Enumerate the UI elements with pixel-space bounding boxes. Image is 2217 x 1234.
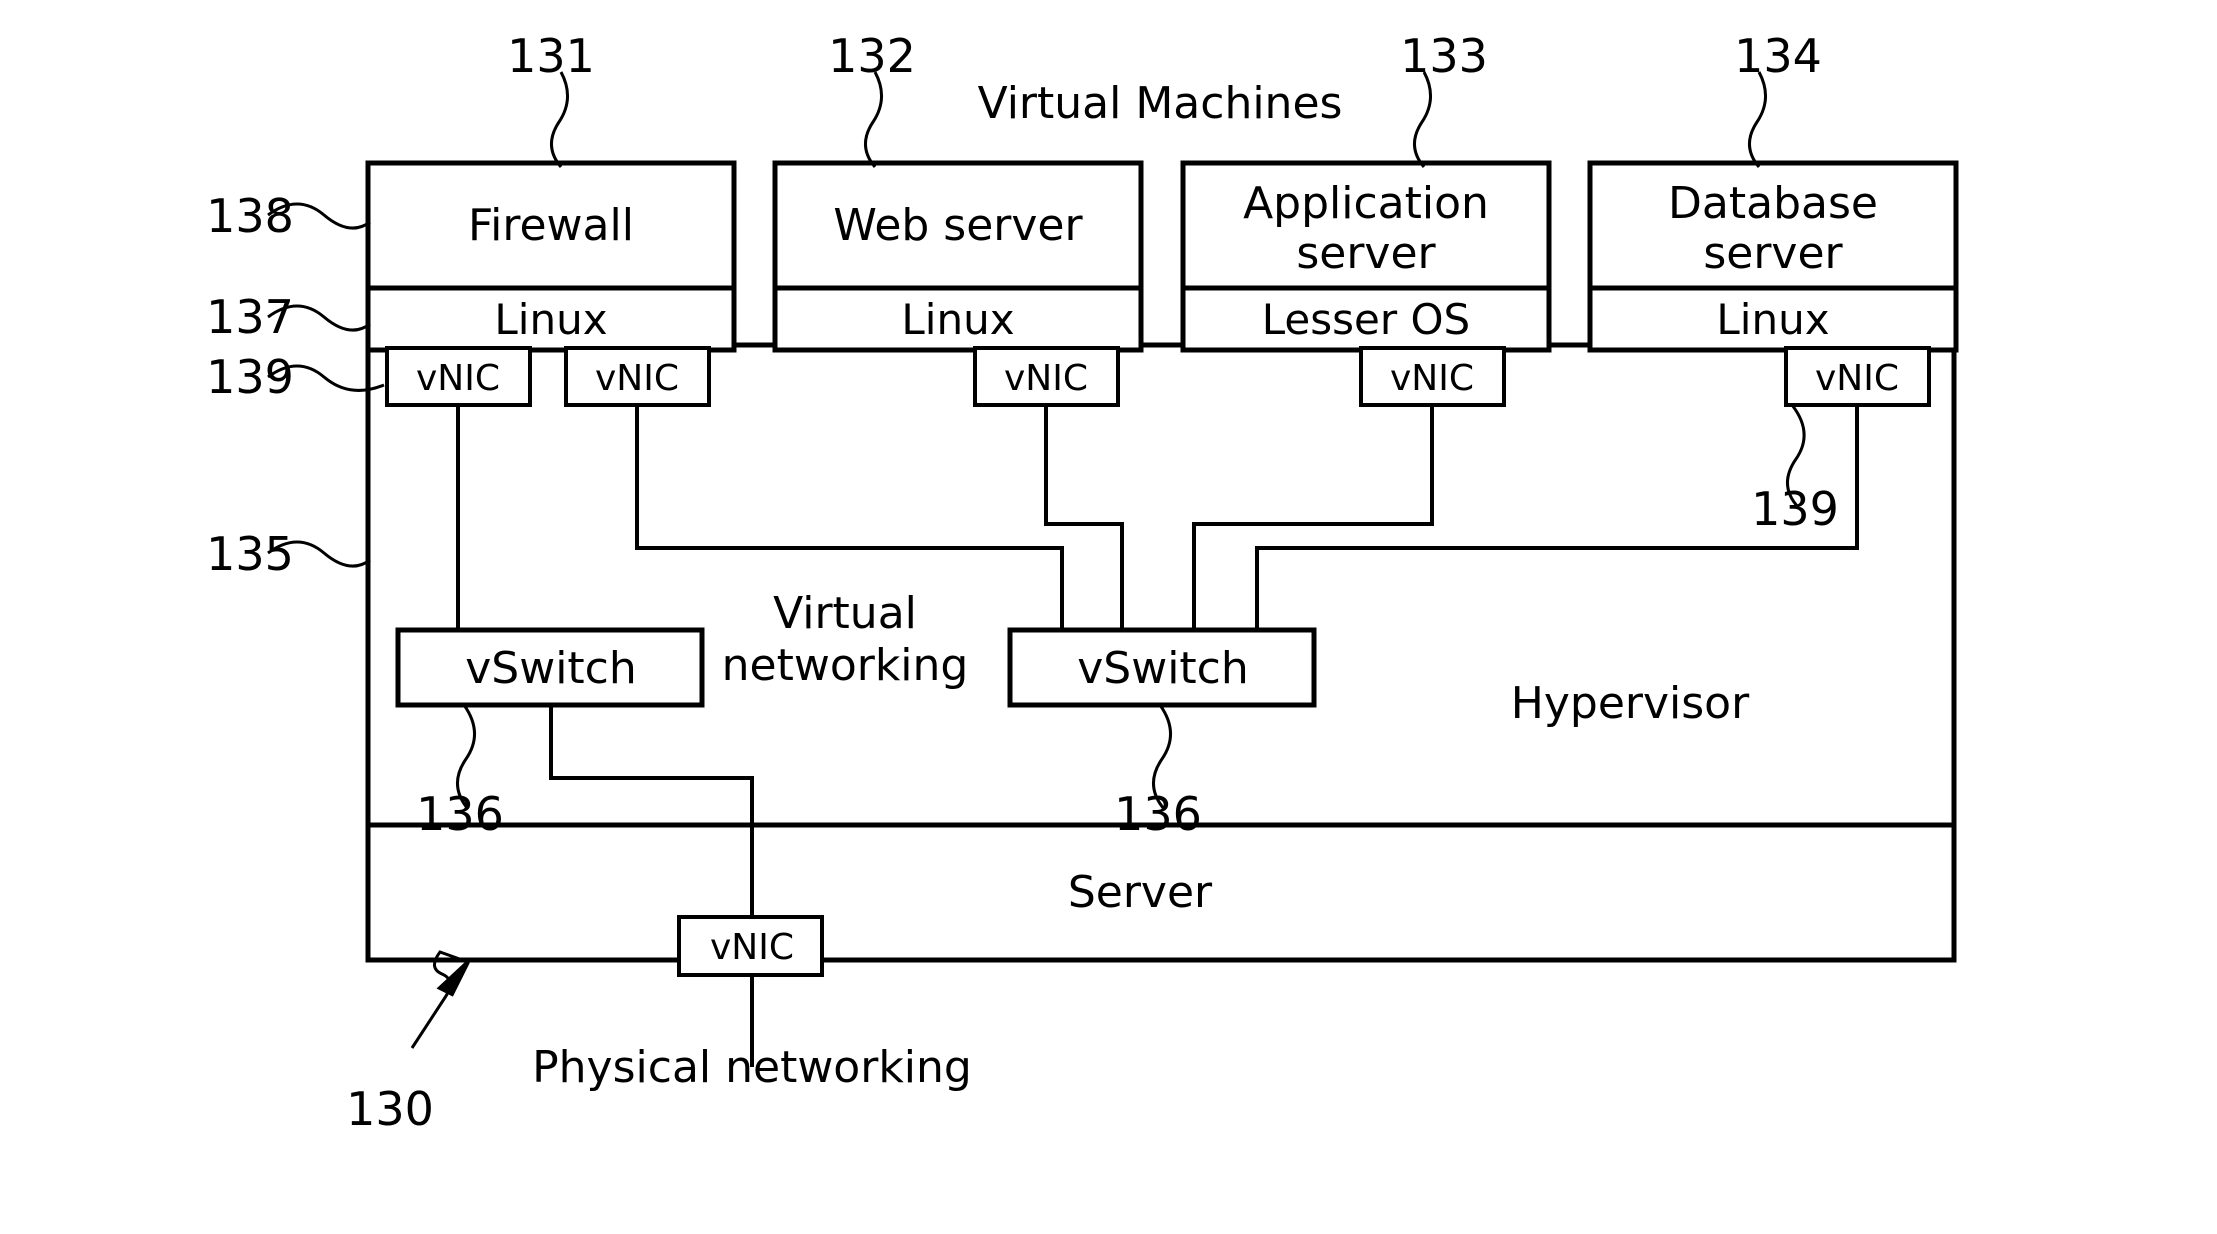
- leader-130: [410, 950, 469, 1049]
- vswitch-label-right: vSwitch: [1077, 643, 1249, 694]
- vm-os-label-3: Linux: [1716, 295, 1829, 344]
- vm-app-label-2-line2: server: [1296, 228, 1436, 279]
- vm-os-label-1: Linux: [901, 295, 1014, 344]
- virtual-networking-label-line2: networking: [722, 640, 969, 691]
- vnic-label-2: vNIC: [595, 358, 679, 399]
- vm-os-label-0: Linux: [494, 295, 607, 344]
- vm-app-label-2-line1: Application: [1243, 178, 1489, 229]
- server-label: Server: [1068, 867, 1213, 918]
- virtual-networking-label-line1: Virtual: [773, 588, 917, 639]
- leader-131: [550, 71, 569, 168]
- vnic-label-1: vNIC: [416, 358, 500, 399]
- vm-app-label-3-line2: server: [1703, 228, 1843, 279]
- vm-app-label-3-line1: Database: [1668, 178, 1878, 229]
- virtualization-architecture-diagram: Firewall Web server Application server D…: [206, 29, 1959, 1136]
- physical-networking-label: Physical networking: [532, 1042, 972, 1093]
- vnic-label-4: vNIC: [1390, 358, 1474, 399]
- ref-numeral-131: 131: [507, 29, 595, 83]
- ref-numeral-130: 130: [346, 1082, 434, 1136]
- leader-130-arrowhead: [436, 960, 470, 997]
- ref-numeral-135: 135: [206, 527, 294, 581]
- patent-figure-canvas: Firewall Web server Application server D…: [0, 0, 2217, 1234]
- ref-numeral-139-right: 139: [1751, 482, 1839, 536]
- vnic-label-3: vNIC: [1004, 358, 1088, 399]
- vm-os-label-2: Lesser OS: [1262, 295, 1470, 344]
- ref-numeral-137: 137: [206, 290, 294, 344]
- vswitch-label-left: vSwitch: [465, 643, 637, 694]
- ref-numeral-136-left: 136: [416, 787, 504, 841]
- leader-133: [1413, 71, 1432, 168]
- vnic-label-5: vNIC: [1815, 358, 1899, 399]
- vm-app-label-0: Firewall: [468, 200, 634, 251]
- ref-numeral-133: 133: [1400, 29, 1488, 83]
- ref-numeral-138: 138: [206, 189, 294, 243]
- leader-134: [1748, 71, 1767, 168]
- ref-numeral-132: 132: [828, 29, 916, 83]
- ref-numeral-134: 134: [1734, 29, 1822, 83]
- figure-title: Virtual Machines: [978, 78, 1343, 129]
- hypervisor-label: Hypervisor: [1511, 678, 1750, 729]
- ref-numeral-139: 139: [206, 350, 294, 404]
- leader-132: [864, 71, 883, 168]
- vnic-label-physical: vNIC: [710, 927, 794, 968]
- ref-numeral-136-right: 136: [1114, 787, 1202, 841]
- vm-app-label-1: Web server: [833, 200, 1083, 251]
